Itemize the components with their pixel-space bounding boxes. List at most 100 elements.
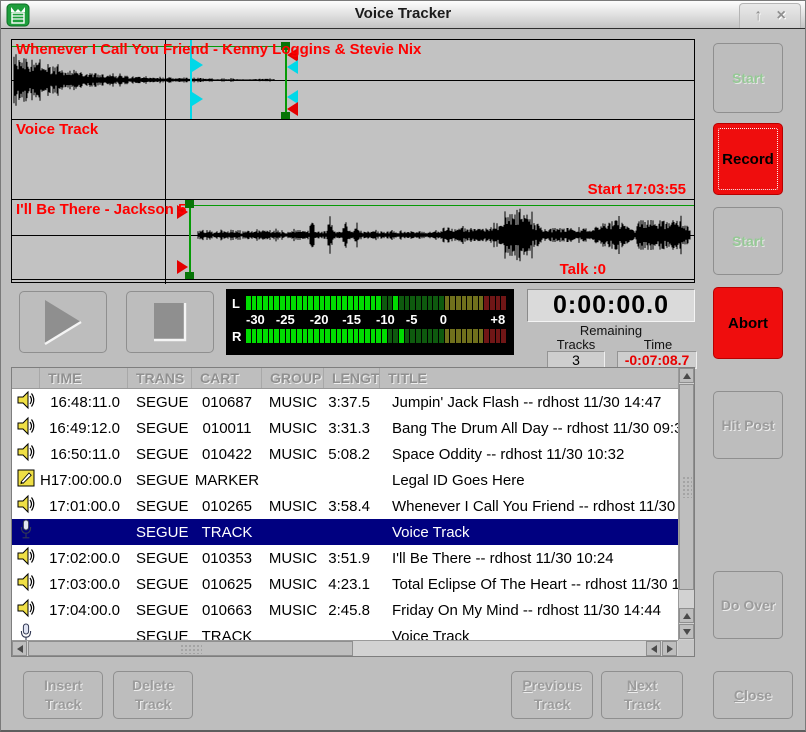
- cell-cart: 010353: [192, 550, 262, 567]
- cell-title: Jumpin' Jack Flash -- rdhost 11/30 14:47: [380, 394, 680, 411]
- voice-tracker-window: Voice Tracker ↑ × Whenever I Call You Fr…: [0, 0, 806, 732]
- scroll-down-button[interactable]: [679, 624, 694, 639]
- column-header-group[interactable]: GROUP: [262, 368, 324, 388]
- meter-scale-tick: +8: [490, 312, 505, 327]
- close-button[interactable]: Close: [713, 671, 793, 719]
- marker-icon: [12, 468, 40, 492]
- column-header-title[interactable]: TITLE: [380, 368, 680, 388]
- meter-scale-tick: -25: [276, 312, 295, 327]
- meter-segment: [450, 329, 455, 343]
- cell-length: 2:45.8: [324, 602, 380, 619]
- scroll-right-button[interactable]: [662, 641, 677, 656]
- log-row[interactable]: 16:49:12.0SEGUE010011MUSIC3:31.3Bang The…: [12, 415, 680, 441]
- next-track-button[interactable]: NextTrack: [601, 671, 683, 719]
- record-button[interactable]: Record: [713, 123, 783, 195]
- meter-right-label: R: [232, 329, 246, 344]
- cell-time: 17:03:00.0: [40, 576, 128, 593]
- log-row[interactable]: 17:04:00.0SEGUE010663MUSIC2:45.8Friday O…: [12, 597, 680, 623]
- cell-trans: SEGUE: [128, 576, 192, 593]
- column-header-time[interactable]: TIME: [40, 368, 128, 388]
- track-pane-next[interactable]: I'll Be There - Jackson 5 Talk :0: [12, 200, 694, 280]
- meter-segment: [280, 296, 285, 310]
- cell-group: MUSIC: [262, 576, 324, 593]
- play-button[interactable]: [19, 291, 107, 353]
- log-row[interactable]: 16:50:11.0SEGUE010422MUSIC5:08.2Space Od…: [12, 441, 680, 467]
- meter-segment: [484, 296, 489, 310]
- scroll-up-button-2[interactable]: [679, 608, 694, 623]
- meter-segment: [359, 329, 364, 343]
- log-row[interactable]: H17:00:00.0SEGUEMARKERLegal ID Goes Here: [12, 467, 680, 493]
- log-row[interactable]: 17:02:00.0SEGUE010353MUSIC3:51.9I'll Be …: [12, 545, 680, 571]
- cell-group: MUSIC: [262, 420, 324, 437]
- meter-segment: [257, 329, 262, 343]
- column-header-trans[interactable]: TRANS: [128, 368, 192, 388]
- meter-segment: [291, 296, 296, 310]
- end-marker-icon[interactable]: [287, 102, 298, 116]
- talk-end-marker-icon[interactable]: [287, 60, 298, 74]
- previous-track-button[interactable]: PreviousTrack: [511, 671, 593, 719]
- log-row[interactable]: 17:03:00.0SEGUE010625MUSIC4:23.1Total Ec…: [12, 571, 680, 597]
- start-1-button[interactable]: Start: [713, 43, 783, 113]
- column-header-cart[interactable]: CART: [192, 368, 262, 388]
- insert-track-button[interactable]: InsertTrack: [23, 671, 103, 719]
- column-header-icon[interactable]: [12, 368, 40, 388]
- cell-title: Whenever I Call You Friend -- rdhost 11/…: [380, 498, 680, 515]
- meter-segment: [365, 329, 370, 343]
- scroll-left-button-2[interactable]: [646, 641, 661, 656]
- stop-button[interactable]: [126, 291, 214, 353]
- start-2-button[interactable]: Start: [713, 207, 783, 275]
- log-row-selected[interactable]: SEGUETRACKVoice Track: [12, 519, 680, 545]
- gain-line[interactable]: [189, 205, 694, 206]
- track-start-line[interactable]: [189, 202, 191, 278]
- meter-segment: [428, 329, 433, 343]
- cell-length: 4:23.1: [324, 576, 380, 593]
- horizontal-scrollbar[interactable]: [12, 640, 680, 656]
- remaining-tracks-label: Tracks: [541, 337, 611, 352]
- hit-post-button[interactable]: Hit Post: [713, 391, 783, 459]
- meter-segment: [399, 329, 404, 343]
- meter-segment: [365, 296, 370, 310]
- meter-segment: [501, 329, 506, 343]
- window-title: Voice Tracker: [1, 5, 805, 22]
- talk-marker-handle-icon[interactable]: [192, 58, 203, 72]
- meter-segment: [269, 296, 274, 310]
- do-over-button[interactable]: Do Over: [713, 571, 783, 639]
- close-window-button[interactable]: ×: [776, 8, 785, 24]
- log-row[interactable]: 16:48:11.0SEGUE010687MUSIC3:37.5Jumpin' …: [12, 389, 680, 415]
- delete-track-button[interactable]: DeleteTrack: [113, 671, 193, 719]
- vertical-scrollbar[interactable]: [678, 368, 694, 642]
- meter-segment: [439, 329, 444, 343]
- scroll-up-button[interactable]: [679, 368, 694, 383]
- shade-window-button[interactable]: ↑: [754, 8, 762, 24]
- meter-segment: [433, 296, 438, 310]
- meter-segment: [348, 329, 353, 343]
- meter-segment: [433, 329, 438, 343]
- meter-segment: [252, 329, 257, 343]
- previous-track-title: Whenever I Call You Friend - Kenny Loggi…: [16, 41, 421, 58]
- meter-segment: [354, 296, 359, 310]
- log-table: TIMETRANSCARTGROUPLENGTHTITLE 16:48:11.0…: [11, 367, 695, 657]
- log-row[interactable]: 17:01:00.0SEGUE010265MUSIC3:58.4Whenever…: [12, 493, 680, 519]
- meter-segment: [354, 329, 359, 343]
- meter-segment: [416, 329, 421, 343]
- column-header-length[interactable]: LENGTH: [324, 368, 380, 388]
- speaker-icon: [12, 597, 40, 623]
- titlebar[interactable]: Voice Tracker ↑ ×: [1, 1, 805, 29]
- scrollbar-corner: [678, 640, 694, 656]
- track-pane-voice[interactable]: Voice Track Start 17:03:55: [12, 120, 694, 200]
- track-pane-previous[interactable]: Whenever I Call You Friend - Kenny Loggi…: [12, 40, 694, 120]
- talk-marker-handle-icon[interactable]: [192, 92, 203, 106]
- track-editor[interactable]: Whenever I Call You Friend - Kenny Loggi…: [11, 39, 695, 283]
- abort-button[interactable]: Abort: [713, 287, 783, 359]
- scroll-left-button[interactable]: [12, 641, 27, 656]
- meter-segment: [422, 296, 427, 310]
- meter-segment: [399, 296, 404, 310]
- start-marker-icon[interactable]: [177, 260, 188, 274]
- voice-track-start-time: Start 17:03:55: [588, 181, 686, 198]
- horizontal-scroll-thumb[interactable]: [28, 641, 353, 656]
- meter-segment: [410, 329, 415, 343]
- vertical-scroll-thumb[interactable]: [679, 384, 694, 590]
- stop-icon: [152, 301, 188, 343]
- speaker-icon: [12, 571, 40, 597]
- cell-time: H17:00:00.0: [40, 472, 128, 489]
